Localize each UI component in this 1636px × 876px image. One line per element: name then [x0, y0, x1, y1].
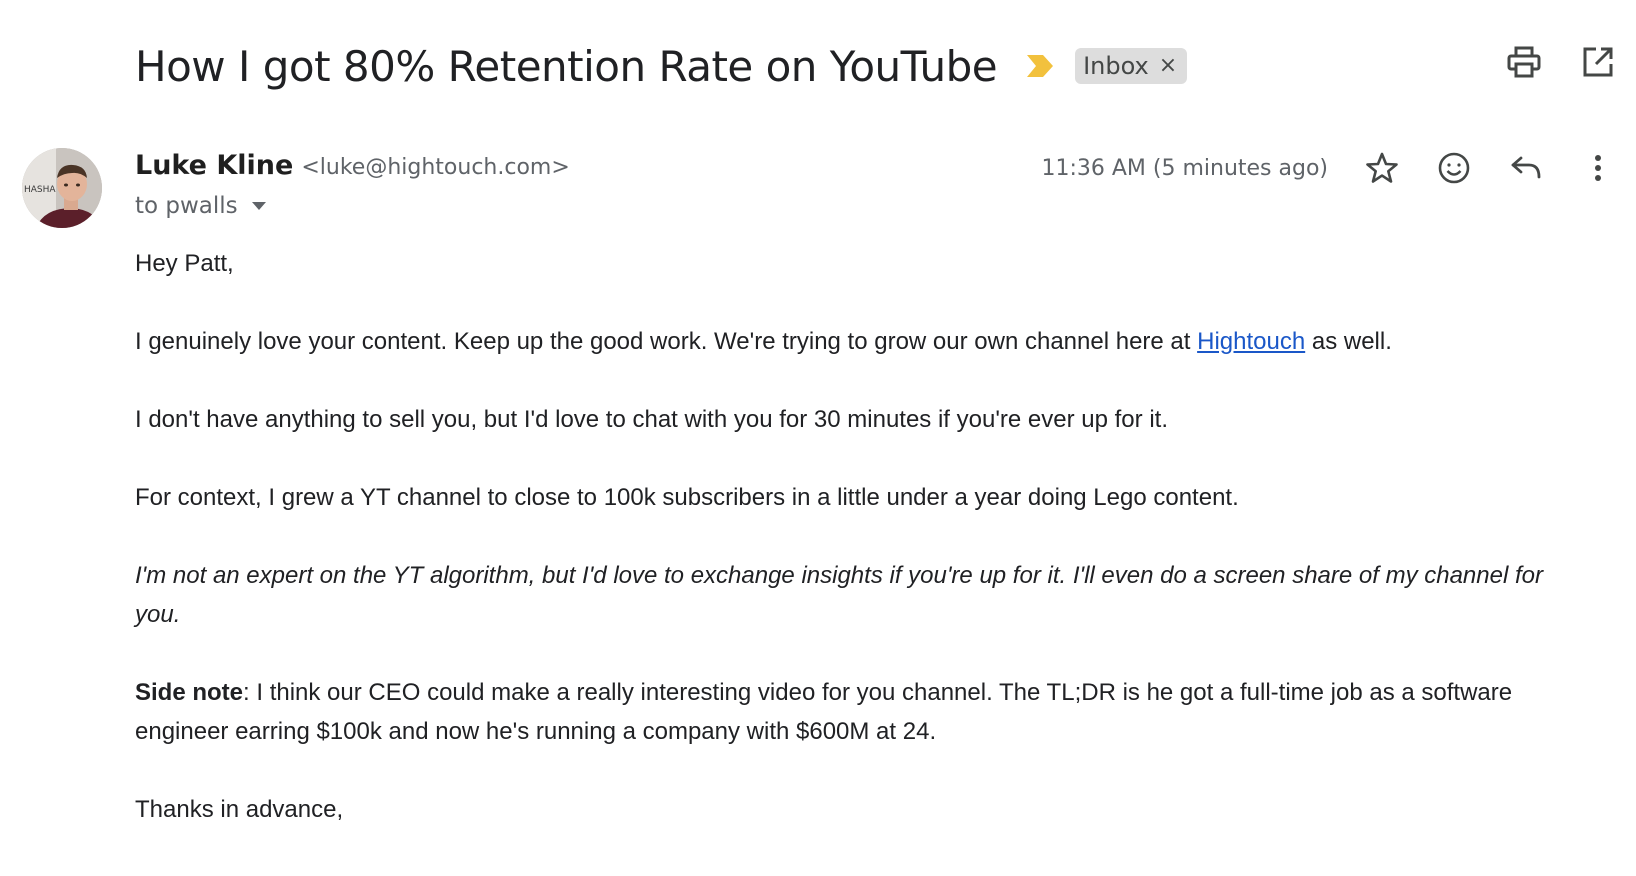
sender-avatar[interactable]: HASHA [22, 148, 102, 228]
more-options-icon[interactable] [1580, 150, 1616, 186]
star-icon[interactable] [1364, 150, 1400, 186]
p5-text: : I think our CEO could make a really in… [135, 679, 1513, 745]
sender-name[interactable]: Luke Kline [135, 150, 293, 181]
body-paragraph-2: I don't have anything to sell you, but I… [135, 406, 1168, 433]
body-paragraph-5: Side note: I think our CEO could make a … [135, 673, 1555, 751]
body-paragraph-4: I'm not an expert on the YT algorithm, b… [135, 562, 1543, 628]
p1-text-after: as well. [1305, 328, 1392, 355]
show-details-dropdown-icon[interactable] [251, 202, 266, 210]
subject-row: How I got 80% Retention Rate on YouTube … [135, 36, 1188, 96]
open-in-new-window-icon[interactable] [1580, 44, 1616, 80]
email-view: How I got 80% Retention Rate on YouTube … [0, 0, 1636, 876]
importance-marker-icon[interactable] [1025, 53, 1055, 79]
body-paragraph-3: For context, I grew a YT channel to clos… [135, 484, 1239, 511]
email-subject: How I got 80% Retention Rate on YouTube [135, 41, 998, 91]
hightouch-link[interactable]: Hightouch [1197, 328, 1305, 355]
recipient-text: to pwalls [135, 193, 238, 219]
reply-icon[interactable] [1508, 150, 1544, 186]
p1-text-before: I genuinely love your content. Keep up t… [135, 328, 1198, 355]
sender-email: <luke@hightouch.com> [301, 155, 570, 180]
greeting: Hey Patt, [135, 250, 234, 277]
side-note-label: Side note [135, 679, 244, 706]
sender-line: Luke Kline <luke@hightouch.com> [135, 150, 570, 181]
message-timestamp: 11:36 AM (5 minutes ago) [1041, 155, 1328, 181]
remove-label-icon[interactable]: × [1159, 55, 1177, 77]
message-body: Hey Patt, I genuinely love your content.… [135, 244, 1555, 868]
message-meta: 11:36 AM (5 minutes ago) [1041, 150, 1616, 186]
emoji-reaction-icon[interactable] [1436, 150, 1472, 186]
body-paragraph-1: I genuinely love your content. Keep up t… [135, 322, 1555, 361]
label-chip-text: Inbox [1083, 52, 1149, 80]
subject-actions [1506, 44, 1616, 80]
print-all-icon[interactable] [1506, 44, 1542, 80]
inbox-label-chip[interactable]: Inbox × [1075, 48, 1188, 84]
avatar-background-text: HASHA [24, 185, 56, 195]
message-actions [1364, 150, 1616, 186]
recipient-line: to pwalls [135, 193, 570, 219]
sender-block: Luke Kline <luke@hightouch.com> to pwall… [135, 150, 570, 219]
closing: Thanks in advance, [135, 796, 344, 823]
